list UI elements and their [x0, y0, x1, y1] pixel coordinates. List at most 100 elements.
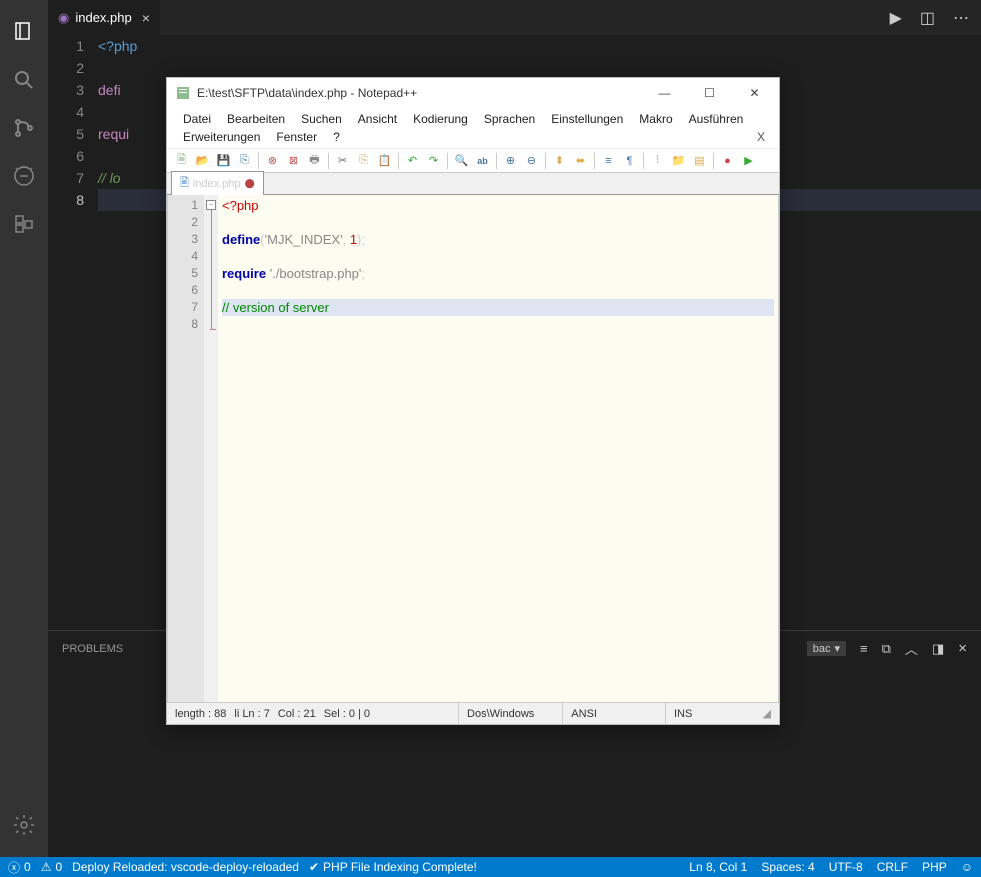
npp-menu-bearbeiten[interactable]: Bearbeiten: [219, 110, 293, 128]
status-feedback-icon[interactable]: ☺: [961, 860, 973, 874]
status-encoding[interactable]: UTF-8: [829, 860, 863, 874]
npp-title-text: E:\test\SFTP\data\index.php - Notepad++: [197, 86, 417, 100]
zoom-in-icon[interactable]: ⊕: [502, 152, 519, 169]
panel-maximize-icon[interactable]: ◨: [932, 641, 944, 657]
folder-icon[interactable]: 📁: [670, 152, 687, 169]
npp-code-area[interactable]: <?php define('MJK_INDEX', 1); require './b…: [218, 195, 778, 702]
debug-icon[interactable]: [0, 152, 48, 200]
npp-menu-datei[interactable]: Datei: [175, 110, 219, 128]
editor-line[interactable]: 2: [48, 57, 981, 79]
allchars-icon[interactable]: ¶: [621, 152, 638, 169]
status-cursor[interactable]: Ln 8, Col 1: [689, 860, 747, 874]
npp-code-line[interactable]: [222, 282, 774, 299]
find-icon[interactable]: 🔍: [453, 152, 470, 169]
status-eol[interactable]: CRLF: [877, 860, 908, 874]
npp-menu-fenster[interactable]: Fenster: [268, 128, 325, 146]
npp-line-number: 3: [168, 231, 198, 248]
paste-icon[interactable]: 📋: [376, 152, 393, 169]
npp-menu-sprachen[interactable]: Sprachen: [476, 110, 543, 128]
sync-v-icon[interactable]: ⬍: [551, 152, 568, 169]
panel-close-icon[interactable]: ×: [958, 640, 967, 657]
panel-dropdown[interactable]: bac▾: [807, 641, 846, 656]
editor-tab-indexphp[interactable]: ◉ index.php ×: [48, 0, 160, 35]
status-errors[interactable]: ⓧ0: [8, 859, 31, 876]
close-all-icon[interactable]: ⊠: [285, 152, 302, 169]
replace-icon[interactable]: ab: [474, 152, 491, 169]
line-number: 6: [48, 145, 98, 167]
npp-code-line[interactable]: [222, 316, 774, 333]
panel-tab-problems[interactable]: PROBLEMS: [62, 643, 123, 655]
extensions-icon[interactable]: [0, 200, 48, 248]
npp-tab-indexphp[interactable]: 🖹 index.php ⬤: [171, 171, 264, 195]
npp-menu-ausführen[interactable]: Ausführen: [681, 110, 752, 128]
cut-icon[interactable]: ✂: [334, 152, 351, 169]
npp-menu-erweiterungen[interactable]: Erweiterungen: [175, 128, 268, 146]
status-lang[interactable]: PHP: [922, 860, 947, 874]
close-file-icon[interactable]: ⊗: [264, 152, 281, 169]
status-warnings[interactable]: ⚠0: [41, 860, 62, 874]
status-spaces[interactable]: Spaces: 4: [761, 860, 814, 874]
npp-menu-ansicht[interactable]: Ansicht: [350, 110, 405, 128]
npp-menu-suchen[interactable]: Suchen: [293, 110, 350, 128]
more-actions-icon[interactable]: ⋯: [953, 8, 969, 28]
explorer-icon[interactable]: [0, 8, 48, 56]
scm-icon[interactable]: [0, 104, 48, 152]
panel-icon-1[interactable]: ≡: [860, 641, 868, 656]
npp-tab-close-icon[interactable]: ⬤: [245, 178, 255, 189]
check-icon: ✔: [309, 860, 319, 874]
file-icon: 🖹: [180, 174, 189, 193]
npp-code-line[interactable]: require './bootstrap.php';: [222, 265, 774, 282]
status-indexing[interactable]: ✔PHP File Indexing Complete!: [309, 860, 477, 874]
npp-code-line[interactable]: [222, 214, 774, 231]
editor-line[interactable]: 1<?php: [48, 35, 981, 57]
line-content[interactable]: [98, 57, 981, 79]
npp-editor[interactable]: 12345678 − <?phpdefine('MJK_INDEX', 1);r…: [167, 195, 779, 702]
npp-code-line[interactable]: // version of server: [222, 299, 774, 316]
line-content[interactable]: <?php: [98, 35, 981, 57]
npp-status-eol: Dos\Windows: [458, 703, 534, 724]
undo-icon[interactable]: ↶: [404, 152, 421, 169]
close-button[interactable]: ✕: [732, 79, 777, 107]
fold-collapse-icon[interactable]: −: [206, 200, 216, 210]
copy-icon[interactable]: ⎘: [355, 152, 372, 169]
save-all-icon[interactable]: ⎘: [236, 152, 253, 169]
npp-status-encoding: ANSI: [562, 703, 597, 724]
settings-gear-icon[interactable]: [0, 801, 48, 849]
resize-grip-icon[interactable]: ◢: [763, 707, 771, 720]
npp-menu-makro[interactable]: Makro: [631, 110, 680, 128]
print-icon[interactable]: 🖶: [306, 152, 323, 169]
zoom-out-icon[interactable]: ⊖: [523, 152, 540, 169]
npp-line-number: 4: [168, 248, 198, 265]
npp-menu-einstellungen[interactable]: Einstellungen: [543, 110, 631, 128]
npp-line-number: 8: [168, 316, 198, 333]
npp-menu-?[interactable]: ?: [325, 128, 348, 146]
play-macro-icon[interactable]: ▶: [740, 152, 757, 169]
status-deploy[interactable]: Deploy Reloaded: vscode-deploy-reloaded: [72, 860, 299, 874]
panel-up-icon[interactable]: ︿: [905, 639, 918, 658]
indent-guide-icon[interactable]: ⫶: [649, 152, 666, 169]
record-macro-icon[interactable]: ●: [719, 152, 736, 169]
npp-code-line[interactable]: <?php: [222, 197, 774, 214]
minimize-button[interactable]: —: [642, 79, 687, 107]
save-icon[interactable]: 💾: [215, 152, 232, 169]
search-icon[interactable]: [0, 56, 48, 104]
npp-menu-kodierung[interactable]: Kodierung: [405, 110, 476, 128]
npp-titlebar[interactable]: E:\test\SFTP\data\index.php - Notepad++ …: [167, 78, 779, 108]
line-number: 8: [48, 189, 98, 211]
sync-h-icon[interactable]: ⬌: [572, 152, 589, 169]
tab-close-icon[interactable]: ×: [142, 10, 150, 26]
npp-fold-margin[interactable]: −: [204, 195, 218, 702]
new-file-icon[interactable]: 🗎: [173, 152, 190, 169]
npp-code-line[interactable]: define('MJK_INDEX', 1);: [222, 231, 774, 248]
run-icon[interactable]: ▶: [890, 8, 902, 28]
panel-icon-2[interactable]: ⧉: [882, 641, 891, 657]
npp-line-number: 2: [168, 214, 198, 231]
redo-icon[interactable]: ↷: [425, 152, 442, 169]
npp-code-line[interactable]: [222, 248, 774, 265]
npp-menu-close-icon[interactable]: X: [749, 128, 771, 146]
wordwrap-icon[interactable]: ≡: [600, 152, 617, 169]
doc-map-icon[interactable]: ▤: [691, 152, 708, 169]
open-file-icon[interactable]: 📂: [194, 152, 211, 169]
split-editor-icon[interactable]: ◫: [920, 8, 935, 28]
maximize-button[interactable]: ☐: [687, 79, 732, 107]
